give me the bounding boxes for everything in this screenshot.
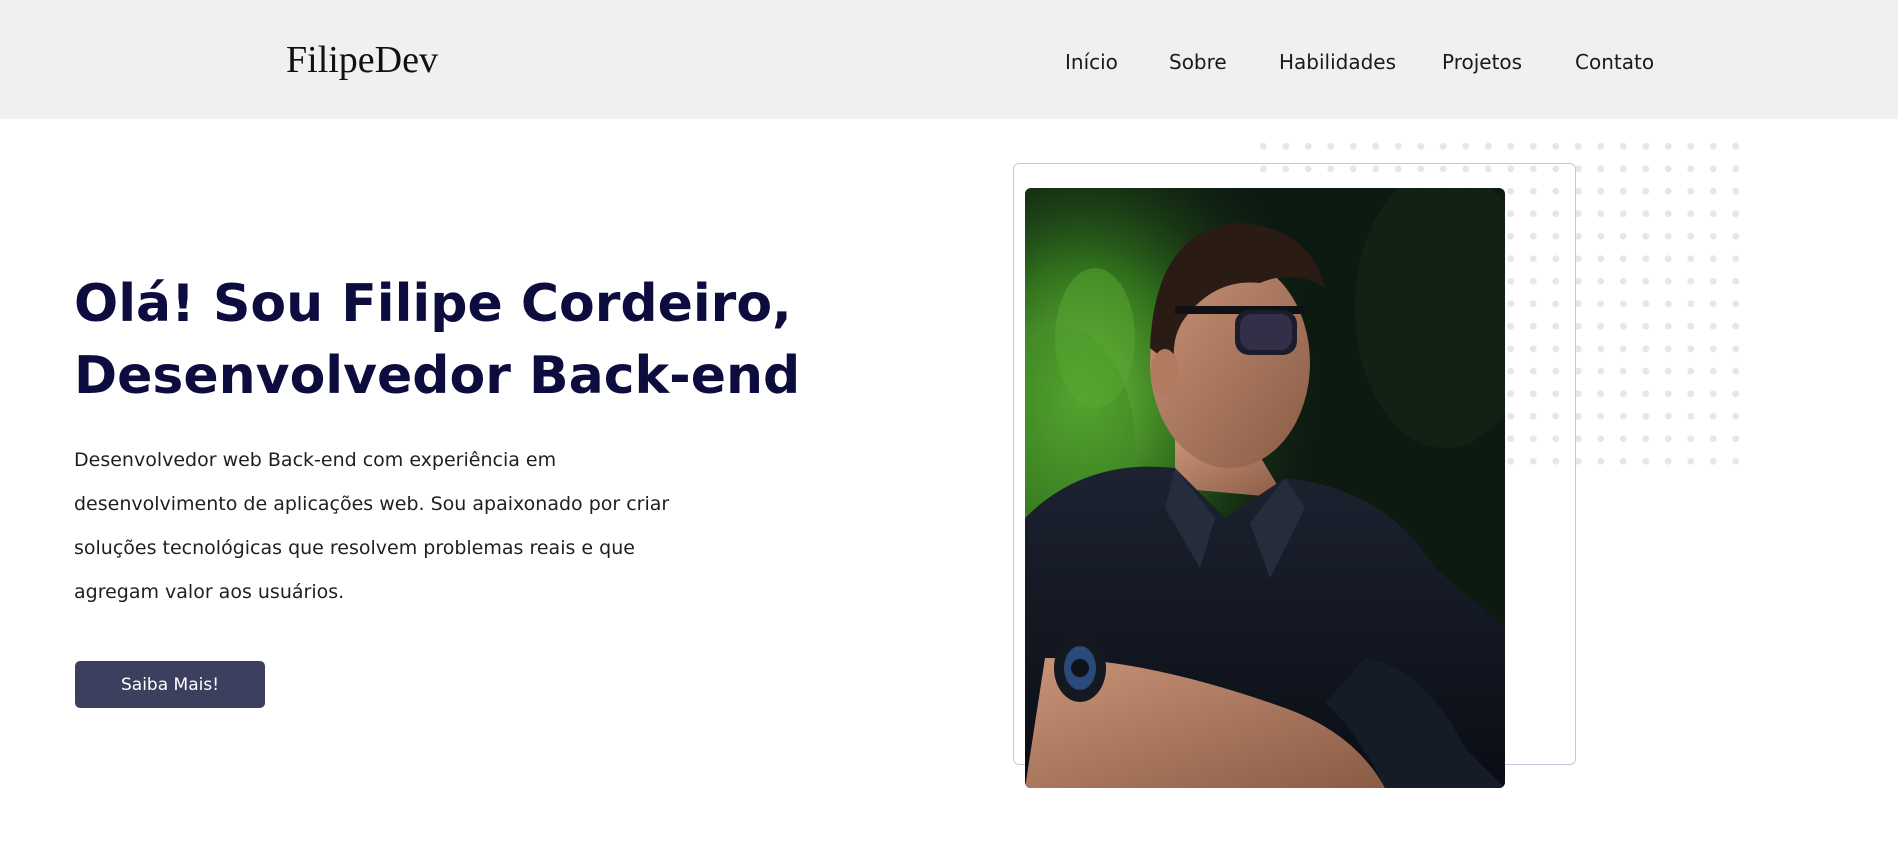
nav-link-sobre[interactable]: Sobre [1169,50,1227,74]
hero-title-line-1: Olá! Sou Filipe Cordeiro, [74,274,792,334]
nav-link-habilidades[interactable]: Habilidades [1279,50,1396,74]
hero-title-line-2: Desenvolvedor Back-end [74,346,801,406]
hero-description: Desenvolvedor web Back-end com experiênc… [74,449,670,603]
nav-link-inicio[interactable]: Início [1065,50,1118,74]
saiba-mais-button[interactable]: Saiba Mais! [75,661,265,708]
nav-link-projetos[interactable]: Projetos [1442,50,1522,74]
profile-photo [1025,188,1505,788]
nav-link-contato[interactable]: Contato [1575,50,1654,74]
main-nav: Início Sobre Habilidades Projetos Contat… [0,50,1898,80]
hero-title: Olá! Sou Filipe Cordeiro, Desenvolvedor … [74,268,800,412]
site-header: FilipeDev Início Sobre Habilidades Proje… [0,0,1898,119]
